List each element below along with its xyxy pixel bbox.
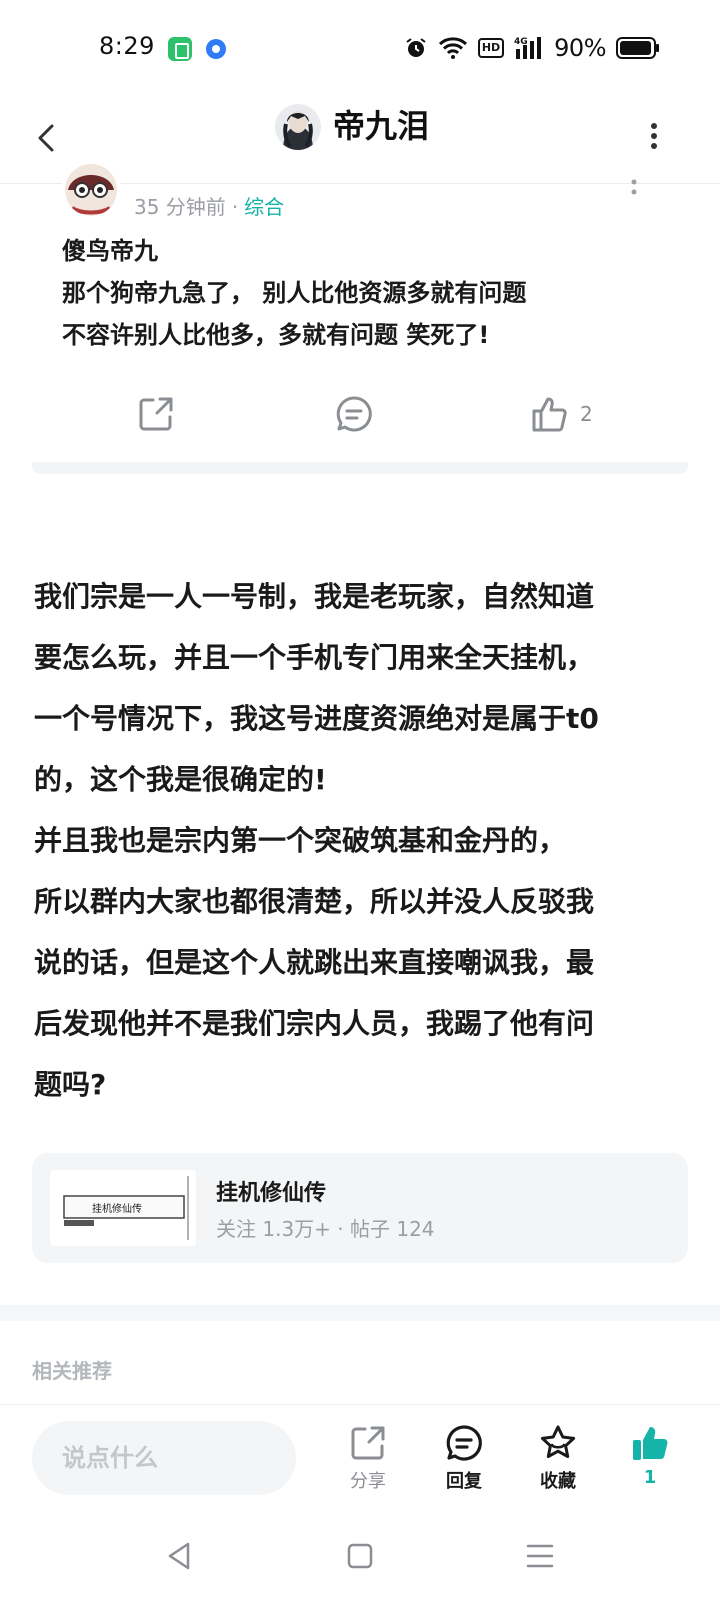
battery-icon: [616, 37, 660, 59]
reply-button[interactable]: 回复: [432, 1423, 496, 1497]
post-like-count: 2: [580, 402, 593, 426]
meta-separator: ·: [231, 195, 239, 219]
post-line: 不容许别人比他多，多就有问题 笑死了!: [62, 321, 490, 349]
post-meta: 35 分钟前 · 综合: [134, 191, 284, 220]
forum-card[interactable]: 挂机修仙传 挂机修仙传 关注 1.3万+ · 帖子 124: [32, 1153, 688, 1263]
text-line: 我们宗是一人一号制，我是老玩家，自然知道: [34, 580, 595, 613]
forum-thumb-text: 挂机修仙传: [92, 1202, 142, 1215]
card-divider: [32, 462, 688, 474]
nav-back-icon: [168, 1542, 190, 1570]
stats-separator: ·: [337, 1217, 344, 1241]
comment-icon: [336, 396, 372, 432]
section-divider: [0, 1305, 720, 1321]
status-bar: 8:29 HD 4G 90%: [0, 0, 720, 96]
text-line: 的，这个我是很确定的!: [34, 763, 327, 796]
wifi-icon: [438, 36, 468, 60]
nav-menu-button[interactable]: [522, 1538, 558, 1574]
nav-back-button[interactable]: [162, 1538, 198, 1574]
forum-followers: 关注 1.3万+: [216, 1217, 331, 1241]
status-time: 8:29: [99, 32, 155, 60]
alarm-icon: [404, 36, 428, 60]
signal-icon: 4G: [514, 35, 544, 61]
back-icon: [38, 124, 54, 152]
post-category[interactable]: 综合: [244, 195, 284, 219]
share-label: 分享: [350, 1471, 386, 1492]
share-button[interactable]: 分享: [336, 1423, 400, 1497]
text-line: 要怎么玩，并且一个手机专门用来全天挂机，: [34, 641, 595, 674]
thumbs-up-icon: [633, 1427, 668, 1460]
post-line: 那个狗帝九急了， 别人比他资源多就有问题: [62, 279, 527, 307]
star-icon: [540, 1425, 576, 1458]
comment-input[interactable]: [32, 1421, 296, 1495]
main-post-text: 我们宗是一人一号制，我是老玩家，自然知道 要怎么玩，并且一个手机专门用来全天挂机…: [34, 566, 694, 1115]
text-line: 后发现他并不是我们宗内人员，我踢了他有问: [34, 1007, 595, 1040]
forum-name: 挂机修仙传: [216, 1181, 327, 1206]
post-share-button[interactable]: [136, 394, 176, 434]
text-line: 一个号情况下，我这号进度资源绝对是属于t0: [34, 702, 599, 735]
forum-stats: 关注 1.3万+ · 帖子 124: [216, 1213, 435, 1242]
text-line: 并且我也是宗内第一个突破筑基和金丹的，: [34, 824, 567, 857]
more-icon: [631, 179, 637, 195]
share-icon: [139, 397, 173, 431]
back-button[interactable]: [28, 118, 68, 158]
like-count: 1: [643, 1467, 657, 1488]
share-icon: [351, 1426, 385, 1460]
thumbs-up-icon: [532, 397, 567, 432]
like-button[interactable]: 1: [618, 1423, 682, 1497]
system-navigation-bar: [0, 1512, 720, 1600]
forum-post-count: 帖子 124: [350, 1217, 435, 1241]
quoted-post-body[interactable]: 傻鸟帝九 那个狗帝九急了， 别人比他资源多就有问题 不容许别人比他多，多就有问题…: [62, 230, 662, 356]
bottom-action-bar: 分享 回复 收藏 1: [0, 1404, 720, 1512]
post-action-row: 2: [0, 386, 720, 442]
app-notification-icon: [168, 37, 192, 61]
comment-icon: [446, 1425, 482, 1461]
avatar[interactable]: [275, 104, 321, 150]
post-more-button[interactable]: [628, 178, 640, 202]
browser-notification-icon: [206, 39, 226, 59]
post-line: 傻鸟帝九: [62, 237, 158, 265]
battery-percent: 90%: [554, 34, 606, 62]
forum-thumbnail: 挂机修仙传: [50, 1170, 196, 1246]
favorite-label: 收藏: [540, 1471, 576, 1492]
nav-home-icon: [347, 1543, 373, 1569]
post-comment-button[interactable]: [334, 394, 374, 434]
nav-menu-icon: [526, 1544, 554, 1568]
page-title: 帝九泪: [333, 107, 430, 145]
nav-home-button[interactable]: [342, 1538, 378, 1574]
related-heading: 相关推荐: [32, 1359, 112, 1383]
text-line: 所以群内大家也都很清楚，所以并没人反驳我: [34, 885, 595, 918]
more-button[interactable]: [638, 114, 670, 158]
post-author-avatar[interactable]: [62, 150, 120, 216]
text-line: 说的话，但是这个人就跳出来直接嘲讽我，最: [34, 946, 595, 979]
text-line: 题吗?: [34, 1068, 107, 1101]
hd-icon: HD: [477, 38, 505, 58]
favorite-button[interactable]: 收藏: [526, 1423, 590, 1497]
more-icon: [651, 123, 657, 149]
post-like-button[interactable]: 2: [530, 394, 593, 434]
post-time: 35 分钟前: [134, 195, 226, 219]
reply-label: 回复: [446, 1471, 482, 1492]
